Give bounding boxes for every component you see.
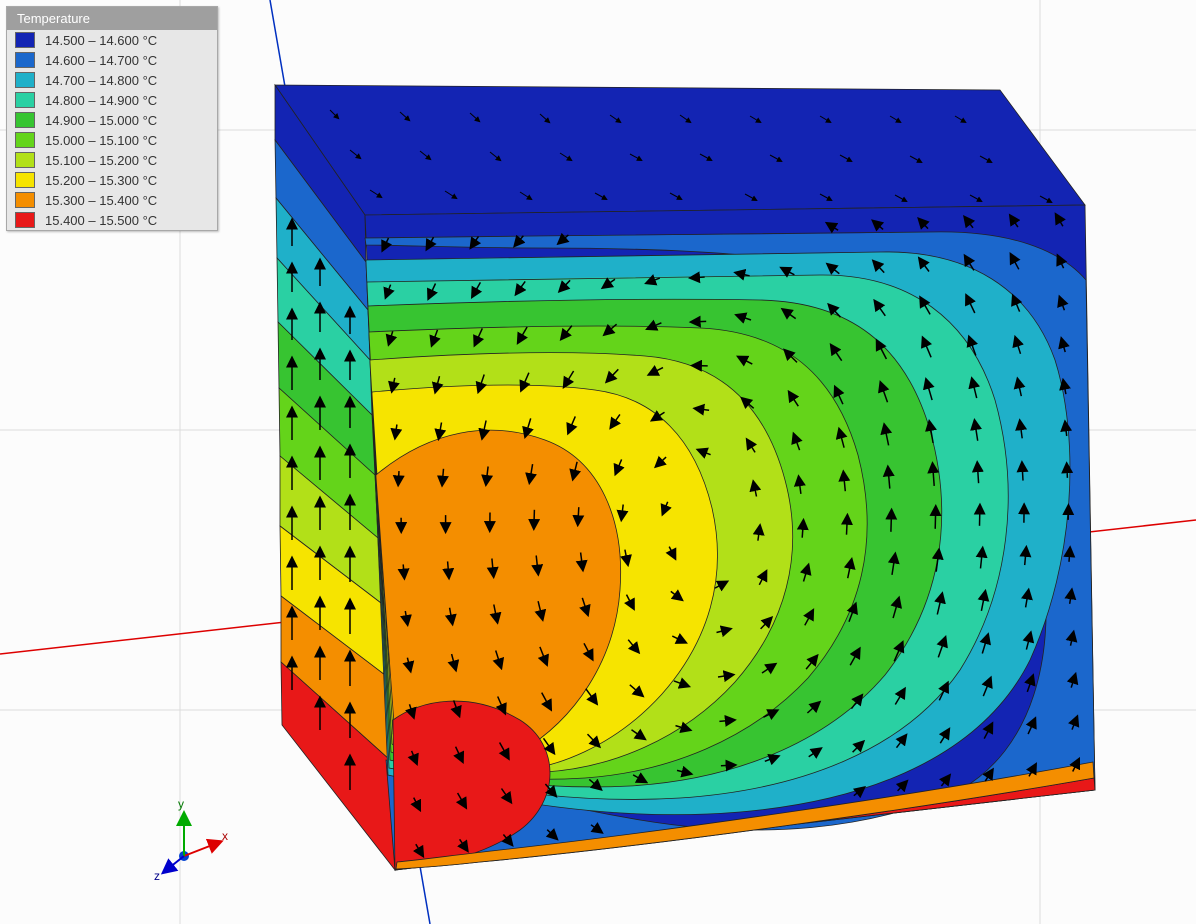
cube-face-top: [275, 85, 1085, 215]
legend-panel: Temperature 14.500 – 14.600 °C 14.600 – 1…: [6, 6, 218, 231]
cube-face-front: [365, 205, 1095, 870]
legend-label: 14.700 – 14.800 °C: [45, 73, 157, 88]
legend-item: 15.300 – 15.400 °C: [7, 190, 217, 210]
legend-item: 14.700 – 14.800 °C: [7, 70, 217, 90]
legend-swatch: [15, 32, 35, 48]
legend-title: Temperature: [7, 7, 217, 30]
legend-swatch: [15, 132, 35, 148]
gizmo-z-label: z: [154, 869, 160, 883]
legend-swatch: [15, 72, 35, 88]
legend-swatch: [15, 112, 35, 128]
legend-label: 15.200 – 15.300 °C: [45, 173, 157, 188]
orientation-gizmo[interactable]: x y z: [150, 794, 240, 884]
legend-label: 15.000 – 15.100 °C: [45, 133, 157, 148]
legend-label: 15.400 – 15.500 °C: [45, 213, 157, 228]
legend-item: 15.000 – 15.100 °C: [7, 130, 217, 150]
legend-label: 14.800 – 14.900 °C: [45, 93, 157, 108]
legend-swatch: [15, 92, 35, 108]
legend-item: 15.100 – 15.200 °C: [7, 150, 217, 170]
legend-swatch: [15, 172, 35, 188]
gizmo-x-label: x: [222, 829, 228, 843]
legend-item: 14.600 – 14.700 °C: [7, 50, 217, 70]
legend-item: 14.500 – 14.600 °C: [7, 30, 217, 50]
legend-label: 14.600 – 14.700 °C: [45, 53, 157, 68]
legend-swatch: [15, 192, 35, 208]
legend-label: 14.500 – 14.600 °C: [45, 33, 157, 48]
legend-label: 15.300 – 15.400 °C: [45, 193, 157, 208]
legend-item: 14.900 – 15.000 °C: [7, 110, 217, 130]
legend-label: 15.100 – 15.200 °C: [45, 153, 157, 168]
legend-item: 15.200 – 15.300 °C: [7, 170, 217, 190]
legend-swatch: [15, 52, 35, 68]
legend-swatch: [15, 152, 35, 168]
legend-item: 14.800 – 14.900 °C: [7, 90, 217, 110]
legend-item: 15.400 – 15.500 °C: [7, 210, 217, 230]
legend-label: 14.900 – 15.000 °C: [45, 113, 157, 128]
viewport-3d[interactable]: Temperature 14.500 – 14.600 °C 14.600 – 1…: [0, 0, 1196, 924]
legend-swatch: [15, 212, 35, 228]
gizmo-y-label: y: [178, 797, 184, 811]
